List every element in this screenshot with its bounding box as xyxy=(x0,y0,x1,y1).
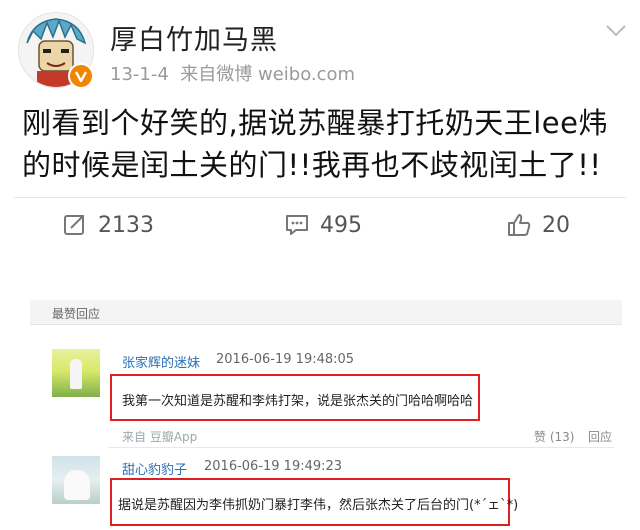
post-text-line-1: 刚看到个好笑的,据说苏醒暴打托奶天王lee炜 xyxy=(22,106,608,140)
post-date: 13-1-4 xyxy=(110,64,169,85)
like-button[interactable]: 20 xyxy=(506,208,570,242)
comment-reply-link[interactable]: 回应 xyxy=(588,428,612,445)
comment-button[interactable]: 495 xyxy=(284,208,362,242)
divider xyxy=(108,447,614,448)
post-body: 刚看到个好笑的,据说苏醒暴打托奶天王lee炜 的时候是闰土关的门!!我再也不歧视… xyxy=(22,102,628,186)
repost-button[interactable]: 2133 xyxy=(62,208,154,242)
commenter-name[interactable]: 甜心豹豹子 xyxy=(122,459,187,478)
comment-source: 来自 豆瓣App xyxy=(122,430,198,444)
divider xyxy=(14,197,626,198)
post-username[interactable]: 厚白竹加马黑 xyxy=(110,18,278,57)
post-source[interactable]: 来自微博 weibo.com xyxy=(180,64,355,85)
post-text-line-2: 的时候是闰土关的门!!我再也不歧视闰土了!! xyxy=(22,148,602,182)
thumbs-up-icon xyxy=(508,214,531,236)
repost-icon xyxy=(64,215,84,235)
commenter-name[interactable]: 张家辉的迷妹 xyxy=(122,352,200,371)
chevron-down-icon[interactable] xyxy=(604,22,628,40)
comment-time: 2016-06-19 19:48:05 xyxy=(216,352,355,367)
comment-text: 据说是苏醒因为李伟抓奶门暴打李伟，然后张杰关了后台的门(*´ェ`*) xyxy=(118,498,519,513)
commenter-avatar[interactable] xyxy=(52,349,100,397)
post-meta: 13-1-4 来自微博 weibo.com xyxy=(110,60,355,86)
repost-count: 2133 xyxy=(98,212,154,238)
comment-likes[interactable]: 赞 (13) xyxy=(534,428,574,445)
comments-title: 最赞回应 xyxy=(52,307,101,321)
comment-time: 2016-06-19 19:49:23 xyxy=(204,459,343,474)
comment-icon xyxy=(286,215,308,235)
comments-header xyxy=(30,300,622,325)
comment-count: 495 xyxy=(320,212,362,238)
like-count: 20 xyxy=(542,212,570,238)
comment-text: 我第一次知道是苏醒和李炜打架，说是张杰关的门哈哈啊哈哈 xyxy=(122,394,474,409)
commenter-avatar[interactable] xyxy=(52,456,100,504)
verified-badge-icon xyxy=(68,63,94,89)
